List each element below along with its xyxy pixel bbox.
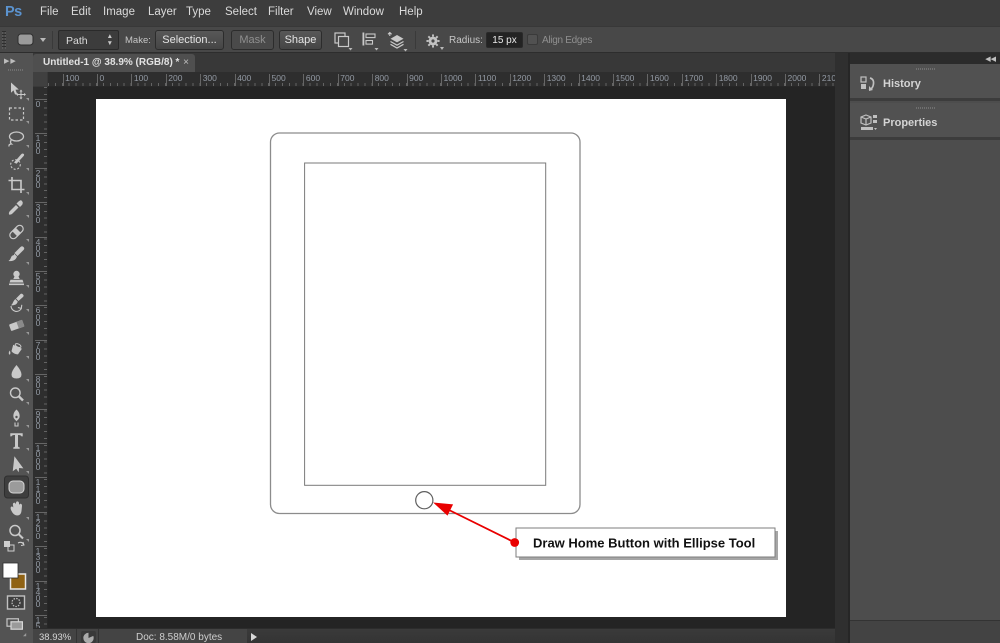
svg-text:Draw Home Button with Ellipse: Draw Home Button with Ellipse Tool (533, 536, 755, 551)
